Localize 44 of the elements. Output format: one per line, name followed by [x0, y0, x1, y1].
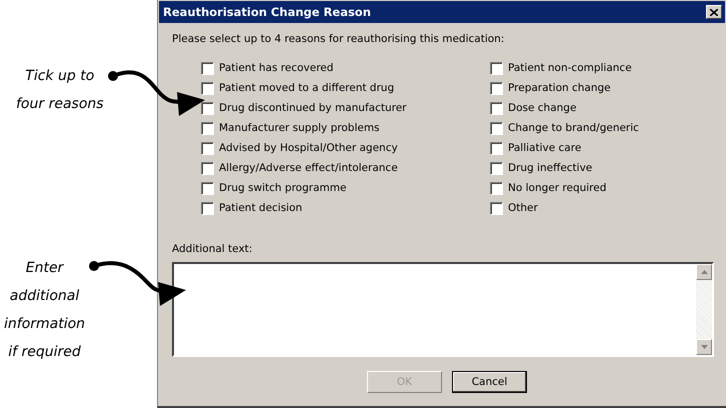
scroll-bar[interactable] [696, 264, 712, 355]
checkbox-label: Change to brand/generic [508, 122, 639, 135]
checkbox-label: Palliative care [508, 142, 582, 155]
window-title: Reauthorisation Change Reason [163, 5, 371, 19]
checkbox-label: Advised by Hospital/Other agency [219, 142, 398, 155]
checkbox[interactable] [201, 122, 214, 135]
checkbox[interactable] [201, 182, 214, 195]
checkbox[interactable] [490, 122, 503, 135]
checkbox-label: Preparation change [508, 82, 611, 95]
instruction-text: Please select up to 4 reasons for reauthorising this medication: [172, 33, 506, 46]
checkbox[interactable] [201, 102, 214, 115]
checkbox-label: Patient decision [219, 202, 302, 215]
checkbox[interactable] [490, 102, 503, 115]
annotation-text: Enter additional information if required [4, 259, 86, 362]
checkbox[interactable] [201, 202, 214, 215]
checkbox[interactable] [490, 182, 503, 195]
checkbox-label: Drug ineffective [508, 162, 592, 175]
checkbox[interactable] [201, 142, 214, 155]
up-arrow-icon [700, 270, 708, 274]
checkbox-label: Other [508, 202, 538, 215]
checkbox[interactable] [490, 202, 503, 215]
close-button[interactable] [706, 5, 722, 19]
checkbox-label: Allergy/Adverse effect/intolerance [219, 162, 398, 175]
checkbox[interactable] [490, 142, 503, 155]
checkbox-label: Patient non-compliance [508, 62, 632, 75]
checkbox-label: No longer required [508, 182, 606, 195]
checkbox[interactable] [490, 82, 503, 95]
additional-text-field[interactable] [172, 262, 714, 357]
close-icon [710, 8, 718, 16]
checkbox[interactable] [490, 62, 503, 75]
field-label: Additional text: [172, 243, 254, 255]
checkbox-label: Drug discontinued by manufacturer [219, 102, 406, 115]
checkbox[interactable] [490, 162, 503, 175]
checkbox-label: Dose change [508, 102, 576, 115]
checkbox[interactable] [201, 62, 214, 75]
checkbox-label: Manufacturer supply problems [219, 122, 380, 135]
down-arrow-icon [700, 345, 708, 349]
dialog-button[interactable]: Cancel [452, 371, 527, 393]
checkbox-label: Patient moved to a different drug [219, 82, 394, 95]
checkbox-label: Patient has recovered [219, 62, 334, 75]
annotation-text: Tick up to four reasons [16, 67, 104, 114]
checkbox[interactable] [201, 82, 214, 95]
checkbox-label: Drug switch programme [219, 182, 346, 195]
checkbox[interactable] [201, 162, 214, 175]
